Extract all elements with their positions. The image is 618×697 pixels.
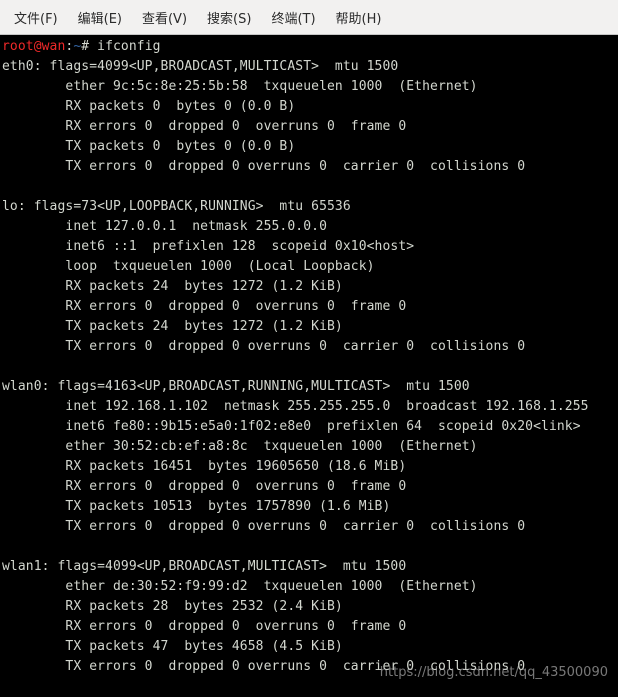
output-line: RX errors 0 dropped 0 overruns 0 frame 0 xyxy=(2,299,406,314)
output-line: TX packets 10513 bytes 1757890 (1.6 MiB) xyxy=(2,499,390,514)
output-line: ether 30:52:cb:ef:a8:8c txqueuelen 1000 … xyxy=(2,439,478,454)
output-line: TX errors 0 dropped 0 overruns 0 carrier… xyxy=(2,519,525,534)
output-line: lo: flags=73<UP,LOOPBACK,RUNNING> mtu 65… xyxy=(2,199,351,214)
output-line: TX errors 0 dropped 0 overruns 0 carrier… xyxy=(2,659,525,674)
output-line: TX packets 0 bytes 0 (0.0 B) xyxy=(2,139,295,154)
menubar: 文件(F) 编辑(E) 查看(V) 搜索(S) 终端(T) 帮助(H) xyxy=(0,0,618,35)
output-line: RX packets 0 bytes 0 (0.0 B) xyxy=(2,99,295,114)
menu-help[interactable]: 帮助(H) xyxy=(326,4,392,31)
output-line: TX errors 0 dropped 0 overruns 0 carrier… xyxy=(2,339,525,354)
output-line: ether 9c:5c:8e:25:5b:58 txqueuelen 1000 … xyxy=(2,79,478,94)
terminal[interactable]: root@wan:~# ifconfig eth0: flags=4099<UP… xyxy=(0,35,618,697)
menu-search[interactable]: 搜索(S) xyxy=(197,4,261,31)
output-line: wlan1: flags=4099<UP,BROADCAST,MULTICAST… xyxy=(2,559,406,574)
output-line: RX errors 0 dropped 0 overruns 0 frame 0 xyxy=(2,619,406,634)
menu-view[interactable]: 查看(V) xyxy=(132,4,197,31)
menu-edit[interactable]: 编辑(E) xyxy=(68,4,132,31)
prompt-end: # xyxy=(81,39,97,54)
output-line: wlan0: flags=4163<UP,BROADCAST,RUNNING,M… xyxy=(2,379,470,394)
output-line: TX packets 47 bytes 4658 (4.5 KiB) xyxy=(2,639,343,654)
output-line: loop txqueuelen 1000 (Local Loopback) xyxy=(2,259,375,274)
output-line: RX errors 0 dropped 0 overruns 0 frame 0 xyxy=(2,119,406,134)
prompt-user-host: root@wan xyxy=(2,39,65,54)
output-line: inet6 fe80::9b15:e5a0:1f02:e8e0 prefixle… xyxy=(2,419,581,434)
output-line: RX packets 16451 bytes 19605650 (18.6 Mi… xyxy=(2,459,406,474)
output-line: RX packets 28 bytes 2532 (2.4 KiB) xyxy=(2,599,343,614)
output-line: RX errors 0 dropped 0 overruns 0 frame 0 xyxy=(2,479,406,494)
output-line: inet 192.168.1.102 netmask 255.255.255.0… xyxy=(2,399,589,414)
output-line: TX packets 24 bytes 1272 (1.2 KiB) xyxy=(2,319,343,334)
output-line: eth0: flags=4099<UP,BROADCAST,MULTICAST>… xyxy=(2,59,398,74)
output-line: ether de:30:52:f9:99:d2 txqueuelen 1000 … xyxy=(2,579,478,594)
output-line: inet6 ::1 prefixlen 128 scopeid 0x10<hos… xyxy=(2,239,414,254)
output-line: TX errors 0 dropped 0 overruns 0 carrier… xyxy=(2,159,525,174)
output-line: inet 127.0.0.1 netmask 255.0.0.0 xyxy=(2,219,327,234)
output-line: RX packets 24 bytes 1272 (1.2 KiB) xyxy=(2,279,343,294)
command: ifconfig xyxy=(97,39,160,54)
menu-file[interactable]: 文件(F) xyxy=(4,4,68,31)
menu-terminal[interactable]: 终端(T) xyxy=(261,4,325,31)
